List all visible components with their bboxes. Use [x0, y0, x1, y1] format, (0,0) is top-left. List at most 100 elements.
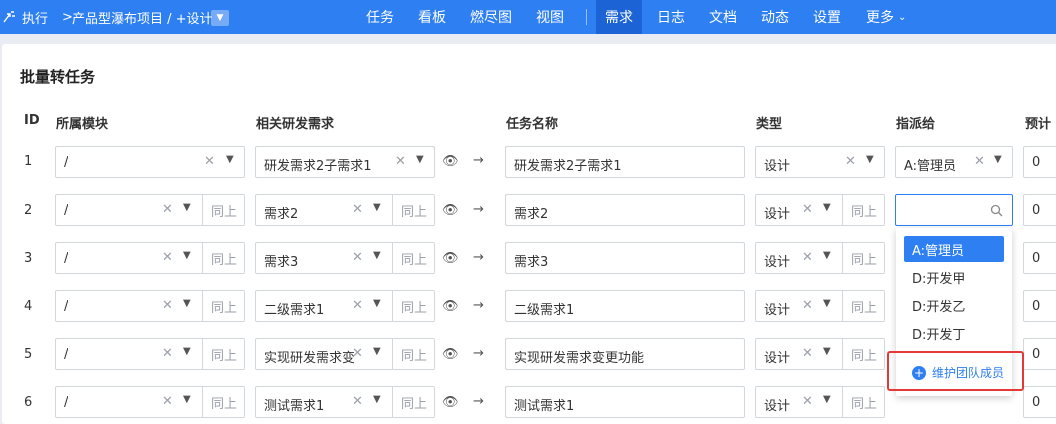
chevron-down-icon: ▼ [823, 298, 831, 309]
arrow-right-icon[interactable]: → [473, 250, 484, 265]
clear-icon[interactable]: ✕ [802, 298, 813, 313]
module-select[interactable]: / ✕ ▼ [55, 146, 245, 178]
nav-tab-view[interactable]: 视图 [530, 0, 570, 34]
type-select[interactable]: 设计 ✕ ▼ [755, 146, 885, 178]
estimate-input[interactable]: 0 [1023, 242, 1056, 274]
module-select[interactable]: / ✕ ▼ 同上 [55, 338, 245, 370]
clear-icon[interactable]: ✕ [204, 154, 215, 169]
clear-icon[interactable]: ✕ [352, 298, 363, 313]
story-select[interactable]: 实现研发需求变更功能 ✕ ▼ 同上 [255, 338, 435, 370]
same-as-above-toggle[interactable]: 同上 [202, 291, 244, 321]
eye-icon[interactable]: 👁 [442, 251, 459, 266]
type-select[interactable]: 设计 ✕ ▼ 同上 [755, 194, 885, 226]
same-as-above-toggle[interactable]: 同上 [842, 195, 884, 225]
clear-icon[interactable]: ✕ [802, 394, 813, 409]
estimate-input[interactable]: 0 [1023, 338, 1056, 370]
clear-icon[interactable]: ✕ [162, 298, 173, 313]
nav-tab-log[interactable]: 日志 [651, 0, 691, 34]
same-as-above-toggle[interactable]: 同上 [202, 387, 244, 417]
chevron-down-icon: ▼ [823, 202, 831, 213]
arrow-right-icon[interactable]: → [473, 153, 484, 168]
same-as-above-toggle[interactable]: 同上 [842, 387, 884, 417]
story-select[interactable]: 测试需求1 ✕ ▼ 同上 [255, 386, 435, 418]
module-select[interactable]: / ✕ ▼ 同上 [55, 242, 245, 274]
same-as-above-toggle[interactable]: 同上 [202, 339, 244, 369]
module-select[interactable]: / ✕ ▼ 同上 [55, 290, 245, 322]
task-name-input[interactable]: 研发需求2子需求1 [505, 146, 745, 178]
same-as-above-toggle[interactable]: 同上 [392, 291, 434, 321]
same-as-above-toggle[interactable]: 同上 [842, 243, 884, 273]
clear-icon[interactable]: ✕ [352, 202, 363, 217]
task-name-input[interactable]: 二级需求1 [505, 290, 745, 322]
clear-icon[interactable]: ✕ [162, 346, 173, 361]
same-as-above-toggle[interactable]: 同上 [202, 195, 244, 225]
same-as-above-toggle[interactable]: 同上 [392, 195, 434, 225]
nav-tab-doc[interactable]: 文档 [703, 0, 743, 34]
nav-tab-burndown[interactable]: 燃尽图 [464, 0, 518, 34]
nav-tab-story[interactable]: 需求 [596, 0, 642, 34]
clear-icon[interactable]: ✕ [162, 394, 173, 409]
chevron-down-icon: ▼ [373, 346, 381, 357]
row-id: 6 [24, 395, 33, 410]
task-name-input[interactable]: 测试需求1 [505, 386, 745, 418]
chevron-down-icon: ▼ [866, 154, 874, 165]
eye-icon[interactable]: 👁 [442, 395, 459, 410]
clear-icon[interactable]: ✕ [162, 250, 173, 265]
assign-option-dev-a[interactable]: D:开发甲 [904, 264, 1004, 290]
nav-tab-dynamic[interactable]: 动态 [755, 0, 795, 34]
same-as-above-toggle[interactable]: 同上 [392, 387, 434, 417]
nav-tab-settings[interactable]: 设置 [807, 0, 847, 34]
type-select[interactable]: 设计 ✕ ▼ 同上 [755, 290, 885, 322]
clear-icon[interactable]: ✕ [162, 202, 173, 217]
estimate-input[interactable]: 0 [1023, 386, 1056, 418]
story-select[interactable]: 需求3 ✕ ▼ 同上 [255, 242, 435, 274]
assign-option-dev-d[interactable]: D:开发丁 [904, 320, 1004, 346]
type-select[interactable]: 设计 ✕ ▼ 同上 [755, 386, 885, 418]
clear-icon[interactable]: ✕ [974, 154, 985, 169]
clear-icon[interactable]: ✕ [802, 346, 813, 361]
same-as-above-toggle[interactable]: 同上 [842, 291, 884, 321]
exec-breadcrumb[interactable]: 执行 [0, 0, 48, 34]
eye-icon[interactable]: 👁 [442, 203, 459, 218]
same-as-above-toggle[interactable]: 同上 [392, 339, 434, 369]
task-name-input[interactable]: 需求3 [505, 242, 745, 274]
assign-select[interactable]: A:管理员 ✕ ▼ [895, 146, 1013, 178]
assign-option-dev-b[interactable]: D:开发乙 [904, 292, 1004, 318]
estimate-input[interactable]: 0 [1023, 290, 1056, 322]
task-name-input[interactable]: 实现研发需求变更功能 [505, 338, 745, 370]
task-name-input[interactable]: 需求2 [505, 194, 745, 226]
eye-icon[interactable]: 👁 [442, 154, 459, 169]
module-select[interactable]: / ✕ ▼ 同上 [55, 194, 245, 226]
arrow-right-icon[interactable]: → [473, 346, 484, 361]
clear-icon[interactable]: ✕ [352, 394, 363, 409]
arrow-right-icon[interactable]: → [473, 298, 484, 313]
same-as-above-toggle[interactable]: 同上 [202, 243, 244, 273]
arrow-right-icon[interactable]: → [473, 394, 484, 409]
same-as-above-toggle[interactable]: 同上 [392, 243, 434, 273]
clear-icon[interactable]: ✕ [845, 154, 856, 169]
eye-icon[interactable]: 👁 [442, 347, 459, 362]
arrow-right-icon[interactable]: → [473, 202, 484, 217]
clear-icon[interactable]: ✕ [802, 250, 813, 265]
project-breadcrumb[interactable]: 产品型瀑布项目 / +设计 [72, 0, 213, 34]
eye-icon[interactable]: 👁 [442, 299, 459, 314]
clear-icon[interactable]: ✕ [802, 202, 813, 217]
story-select[interactable]: 需求2 ✕ ▼ 同上 [255, 194, 435, 226]
clear-icon[interactable]: ✕ [395, 154, 406, 169]
story-select[interactable]: 研发需求2子需求1 ✕ ▼ [255, 146, 435, 178]
estimate-input[interactable]: 0 [1023, 146, 1056, 178]
type-select[interactable]: 设计 ✕ ▼ 同上 [755, 242, 885, 274]
nav-tab-kanban[interactable]: 看板 [412, 0, 452, 34]
story-select[interactable]: 二级需求1 ✕ ▼ 同上 [255, 290, 435, 322]
same-as-above-toggle[interactable]: 同上 [842, 339, 884, 369]
clear-icon[interactable]: ✕ [352, 250, 363, 265]
estimate-input[interactable]: 0 [1023, 194, 1056, 226]
nav-tab-task[interactable]: 任务 [360, 0, 400, 34]
assign-option-admin[interactable]: A:管理员 [904, 236, 1004, 262]
assign-search-input[interactable] [895, 194, 1013, 226]
project-switch-dropdown[interactable]: ▼ [211, 10, 229, 26]
clear-icon[interactable]: ✕ [352, 346, 363, 361]
type-select[interactable]: 设计 ✕ ▼ 同上 [755, 338, 885, 370]
nav-tab-more[interactable]: 更多 ⌄ [860, 0, 912, 34]
module-select[interactable]: / ✕ ▼ 同上 [55, 386, 245, 418]
